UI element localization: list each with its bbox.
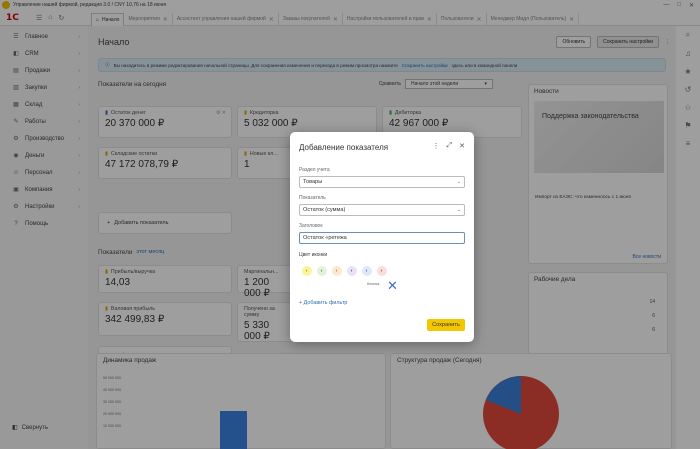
color-label: Цвет иконки [299, 252, 328, 258]
close-icon[interactable]: ✕ [459, 142, 465, 150]
section-select[interactable]: Товары ⌄ [299, 176, 465, 188]
indicator-select[interactable]: Остаток (сумма) ⌄ [299, 204, 465, 216]
handwritten-label: Кнопка [367, 282, 380, 286]
close-x-mark-icon: ✕ [387, 279, 398, 294]
header-label: Заголовок [299, 223, 323, 229]
dialog-title: Добавление показателя [299, 143, 389, 152]
color-picker: ◐ ◐ ◐ ◐ ◐ ◐ [302, 266, 387, 276]
section-label: Раздел учета [299, 167, 330, 173]
color-swatch-yellow[interactable]: ◐ [302, 266, 312, 276]
chevron-down-icon: ⌄ [456, 207, 461, 213]
color-swatch-purple[interactable]: ◐ [347, 266, 357, 276]
header-value: Остаток «ретежа [303, 235, 347, 241]
color-swatch-blue[interactable]: ◐ [362, 266, 372, 276]
color-swatch-red[interactable]: ◐ [377, 266, 387, 276]
expand-icon[interactable]: ⤢ [447, 142, 453, 150]
color-swatch-orange[interactable]: ◐ [332, 266, 342, 276]
header-input[interactable]: Остаток «ретежа [299, 232, 465, 244]
chevron-down-icon: ⌄ [456, 179, 461, 185]
save-button[interactable]: Сохранить [427, 319, 465, 331]
add-indicator-dialog: Добавление показателя ⋮ ⤢ ✕ Раздел учета… [290, 132, 474, 342]
indicator-value: Остаток (сумма) [303, 207, 346, 213]
color-swatch-green[interactable]: ◐ [317, 266, 327, 276]
more-icon[interactable]: ⋮ [433, 142, 440, 150]
add-filter-link[interactable]: + Добавить фильтр [299, 300, 347, 306]
section-value: Товары [303, 179, 323, 185]
indicator-label: Показатель [299, 195, 326, 201]
